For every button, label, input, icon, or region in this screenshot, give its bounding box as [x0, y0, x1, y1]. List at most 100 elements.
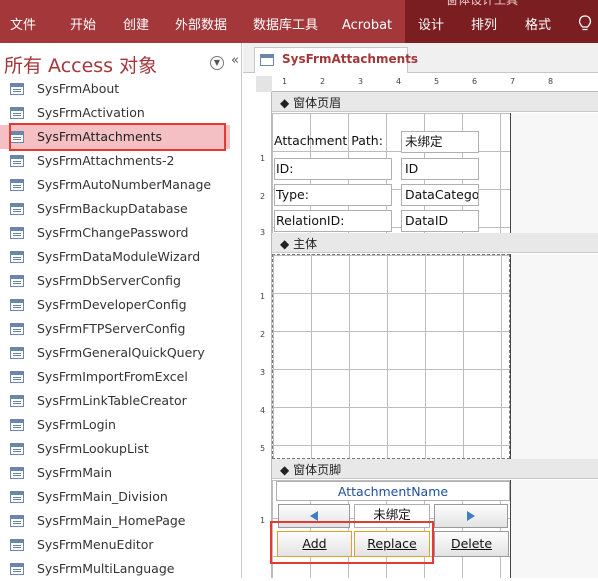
tab-file[interactable]: 文件 — [10, 17, 36, 35]
nav-object-list: SysFrmAbout SysFrmActivation SysFrmAttachm… — [0, 77, 241, 581]
chevron-down-circle-icon[interactable]: ▼ — [210, 56, 224, 70]
nav-item[interactable]: SysFrmAutoNumberManage — [0, 173, 230, 197]
nav-item[interactable]: SysFrmMenuEditor — [0, 533, 230, 557]
ruler-tick: 1 — [260, 516, 266, 525]
delete-button[interactable]: Delete — [434, 531, 509, 557]
label-type[interactable]: Type: — [274, 184, 392, 206]
nav-item[interactable]: SysFrmChangePassword — [0, 221, 230, 245]
next-button[interactable] — [434, 504, 508, 528]
nav-item[interactable]: SysFrmLogin — [0, 413, 230, 437]
nav-item-label: SysFrmDbServerConfig — [37, 273, 181, 288]
nav-item[interactable]: SysFrmImportFromExcel — [0, 365, 230, 389]
tab-home[interactable]: 开始 — [70, 17, 96, 35]
form-icon — [10, 227, 24, 239]
textbox-relation-id[interactable]: DataID — [401, 210, 479, 232]
ruler-tick: 3 — [260, 228, 266, 237]
nav-item-label: SysFrmChangePassword — [37, 225, 189, 240]
nav-item-label: SysFrmFTPServerConfig — [37, 321, 186, 336]
label-attachment-path[interactable]: Attachment Path: — [274, 131, 383, 151]
form-icon — [10, 155, 24, 167]
ribbon: 窗体设计工具 文件 开始 创建 外部数据 数据库工具 Acrobat 设计 排列… — [0, 0, 598, 43]
form-outside-area — [510, 113, 598, 233]
nav-item-label: SysFrmAbout — [37, 81, 120, 96]
highlight-box — [270, 521, 434, 564]
form-outside-area — [510, 254, 598, 459]
nav-item-label: SysFrmMain_HomePage — [37, 513, 186, 528]
section-arrow-icon: ◆ — [280, 96, 290, 110]
attachment-name-label[interactable]: AttachmentName — [276, 481, 510, 501]
form-icon — [10, 419, 24, 431]
ruler-tick: 1 — [260, 154, 266, 163]
nav-item-label: SysFrmLogin — [37, 417, 116, 432]
nav-item-label: SysFrmBackupDatabase — [37, 201, 188, 216]
nav-item[interactable]: SysFrmDeveloperConfig — [0, 293, 230, 317]
nav-item-label: SysFrmGeneralQuickQuery — [37, 345, 205, 360]
ruler-tick: 4 — [396, 77, 402, 86]
ruler-tick: 2 — [260, 330, 266, 339]
ruler-tick: 2 — [260, 192, 266, 201]
form-icon — [10, 491, 24, 503]
vertical-ruler: 1 2 3 1 2 3 4 5 1 — [256, 92, 272, 578]
form-icon — [10, 395, 24, 407]
nav-item[interactable]: SysFrmDbServerConfig — [0, 269, 230, 293]
label-relation-id[interactable]: RelationID: — [274, 210, 392, 232]
form-icon — [10, 563, 24, 575]
ruler-tick: 1 — [282, 77, 288, 86]
nav-item-label: SysFrmMenuEditor — [37, 537, 154, 552]
nav-item[interactable]: SysFrmMultiLanguage — [0, 557, 230, 581]
nav-item[interactable]: SysFrmLookupList — [0, 437, 230, 461]
tab-arrange[interactable]: 排列 — [471, 17, 497, 35]
document-tab[interactable]: SysFrmAttachments — [254, 47, 418, 73]
form-icon — [10, 443, 24, 455]
section-bar-detail[interactable]: ◆ 主体 — [272, 233, 598, 253]
nav-item[interactable]: SysFrmLinkTableCreator — [0, 389, 230, 413]
nav-item[interactable]: SysFrmMain — [0, 461, 230, 485]
nav-item[interactable]: SysFrmActivation — [0, 101, 230, 125]
section-header-label: 窗体页眉 — [293, 96, 342, 110]
nav-item[interactable]: SysFrmDataModuleWizard — [0, 245, 230, 269]
section-bar-header[interactable]: ◆ 窗体页眉 — [272, 92, 598, 112]
ruler-tick: 2 — [320, 77, 326, 86]
tab-design[interactable]: 设计 — [418, 17, 444, 35]
horizontal-ruler: 1 2 3 4 5 6 7 8 — [272, 76, 598, 92]
collapse-icon[interactable]: « — [231, 53, 239, 68]
textbox-type[interactable]: DataCatego — [401, 184, 479, 206]
nav-item-label: SysFrmAttachments-2 — [37, 153, 175, 168]
nav-item-label: SysFrmLinkTableCreator — [37, 393, 187, 408]
section-bar-footer[interactable]: ◆ 窗体页脚 — [272, 459, 598, 479]
nav-item[interactable]: SysFrmAbout — [0, 77, 230, 101]
selection-highlight-box — [9, 123, 226, 151]
detail-grid — [272, 254, 510, 459]
nav-item[interactable]: SysFrmGeneralQuickQuery — [0, 341, 230, 365]
textbox-id[interactable]: ID — [401, 158, 479, 180]
nav-item[interactable]: SysFrmMain_Division — [0, 485, 230, 509]
nav-item[interactable]: SysFrmBackupDatabase — [0, 197, 230, 221]
ruler-tick: 1 — [260, 292, 266, 301]
nav-title[interactable]: 所有 Access 对象 — [4, 51, 157, 78]
nav-item[interactable]: SysFrmAttachments-2 — [0, 149, 230, 173]
ruler-tick: 6 — [472, 77, 478, 86]
form-icon — [10, 347, 24, 359]
form-icon — [10, 251, 24, 263]
tab-create[interactable]: 创建 — [123, 17, 149, 35]
nav-item[interactable]: SysFrmFTPServerConfig — [0, 317, 230, 341]
label-id[interactable]: ID: — [274, 158, 392, 180]
ruler-tick: 5 — [434, 77, 440, 86]
nav-item-label: SysFrmDeveloperConfig — [37, 297, 187, 312]
form-selector[interactable] — [256, 76, 272, 92]
lightbulb-icon[interactable] — [578, 15, 592, 33]
nav-item-label: SysFrmAutoNumberManage — [37, 177, 212, 192]
nav-item-label: SysFrmDataModuleWizard — [37, 249, 201, 264]
section-detail-label: 主体 — [293, 237, 318, 251]
form-icon — [10, 515, 24, 527]
ruler-tick: 8 — [548, 77, 554, 86]
tab-format[interactable]: 格式 — [525, 17, 551, 35]
form-icon — [10, 203, 24, 215]
nav-item[interactable]: SysFrmMain_HomePage — [0, 509, 230, 533]
textbox-attachment-path[interactable]: 未绑定 — [401, 131, 479, 153]
form-icon — [10, 299, 24, 311]
tab-external-data[interactable]: 外部数据 — [175, 17, 227, 35]
nav-item-label: SysFrmMultiLanguage — [37, 561, 175, 576]
tab-acrobat[interactable]: Acrobat — [342, 17, 392, 35]
tab-database-tools[interactable]: 数据库工具 — [253, 17, 318, 35]
